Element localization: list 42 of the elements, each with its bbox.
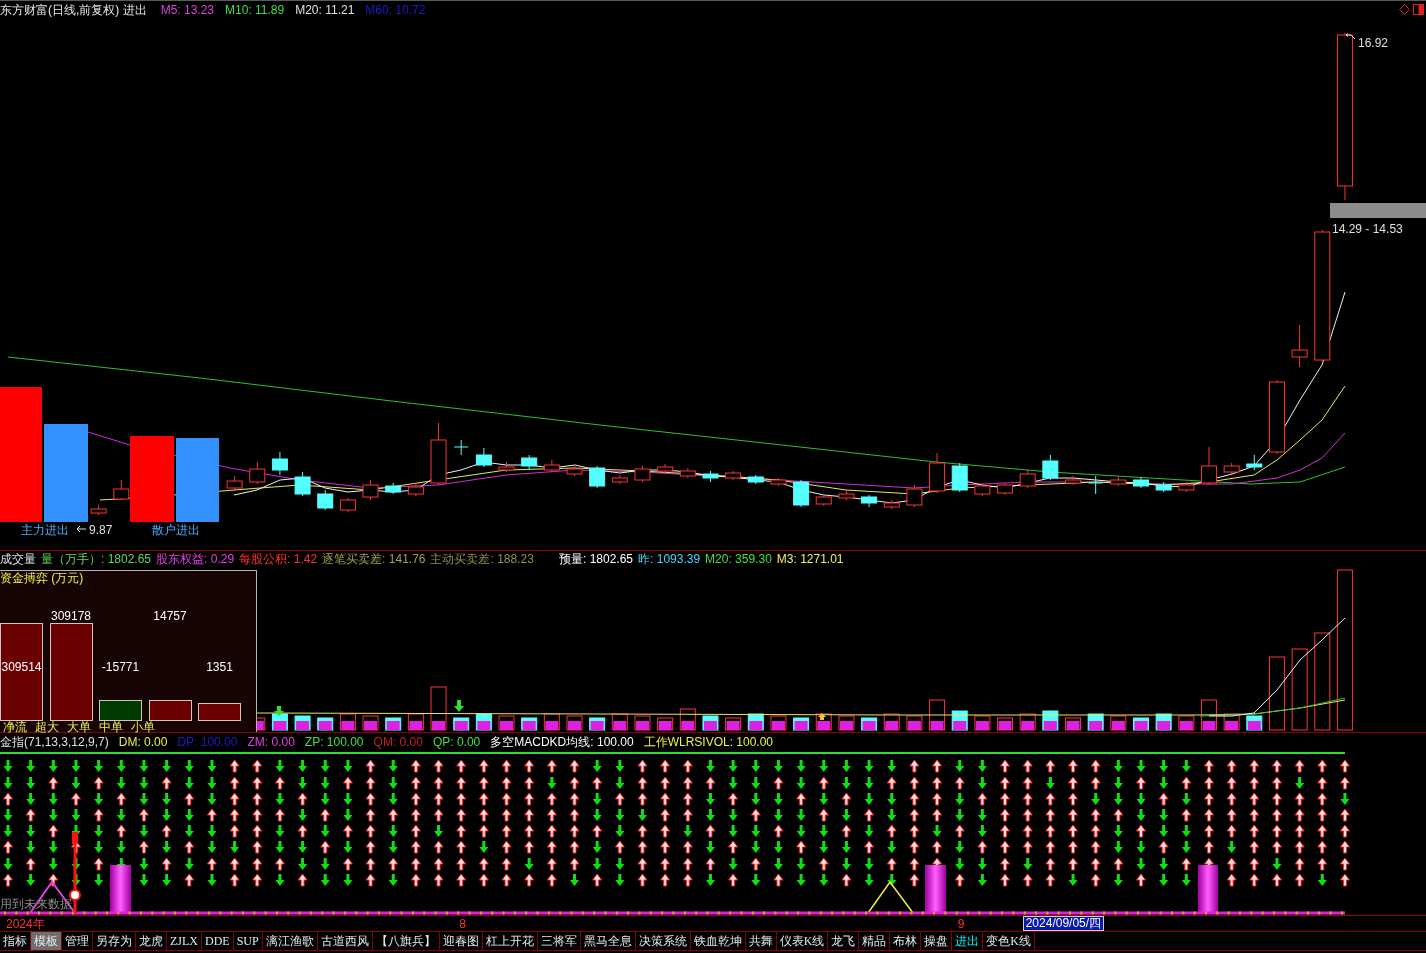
date-axis-label: 9 — [957, 917, 965, 931]
indicator-reading: 工作WLRSIVOL: 100.00 — [643, 734, 774, 749]
volume-reading: 逐笔买卖差: 141.76 — [322, 552, 426, 566]
moving-average-reading: M10: 11.89 — [225, 2, 285, 17]
volume-reading: M20: 359.30 — [705, 552, 772, 566]
volume-reading: M3: 1271.01 — [776, 552, 844, 566]
toolbar-tab[interactable]: 指标 — [0, 932, 31, 950]
split-window-icon[interactable] — [1413, 4, 1424, 15]
date-axis-label: 2024年 — [6, 917, 45, 931]
panel-title: 成交量 — [0, 552, 36, 566]
toolbar-tab[interactable]: 进出 — [952, 932, 984, 950]
moving-average-reading: M60: 10.72 — [365, 2, 426, 17]
date-axis-label: 8 — [459, 917, 466, 931]
volume-reading: 预量: 1802.65 — [559, 552, 634, 566]
toolbar-tab[interactable]: 龙飞 — [828, 932, 860, 950]
date-cursor-label: 2024/09/05/四 — [1022, 916, 1105, 931]
moving-average-reading: M20: 11.21 — [295, 2, 355, 17]
toolbar-tab[interactable]: 精品 — [859, 932, 891, 950]
volume-reading: 昨: 1093.39 — [638, 552, 701, 566]
toolbar-tab[interactable]: DDE — [202, 932, 234, 950]
toolbar-tab[interactable]: 操盘 — [921, 932, 953, 950]
toolbar-tab[interactable]: 模板 — [31, 932, 62, 950]
volume-reading: 股东权益: 0.29 — [156, 552, 235, 566]
toolbar-tab[interactable]: ZJLX — [167, 932, 202, 950]
diamond-icon[interactable] — [1399, 4, 1410, 15]
moving-average-reading: M5: 13.23 — [160, 2, 215, 17]
indicator-reading: DM: 0.00 — [118, 734, 168, 749]
indicator-reading: ZP: 100.00 — [304, 734, 364, 749]
toolbar-tab[interactable]: 管理 — [62, 932, 93, 950]
toolbar-tab[interactable]: 变色K线 — [983, 932, 1036, 950]
indicator-reading: QM: 0.00 — [373, 734, 423, 749]
indicator-reading: QP: 0.00 — [432, 734, 481, 749]
indicator-reading: 多空MACDKD均线: 100.00 — [490, 734, 634, 749]
volume-reading: 每股公积: 1.42 — [239, 552, 318, 566]
indicator-reading: 金指(71,13,3,12,9,7) — [0, 734, 109, 749]
indicator-reading: DP: 100.00 — [177, 734, 238, 749]
volume-reading: 主动买卖差: 188.23 — [430, 552, 534, 566]
chart-title: 东方财富(日线,前复权) 进出 — [0, 2, 147, 17]
toolbar-tab[interactable]: 龙虎 — [136, 932, 167, 950]
indicator-reading: ZM: 0.00 — [247, 734, 295, 749]
volume-reading: 量（万手）: 1802.65 — [41, 552, 152, 566]
toolbar-tab[interactable]: 布林 — [890, 932, 922, 950]
